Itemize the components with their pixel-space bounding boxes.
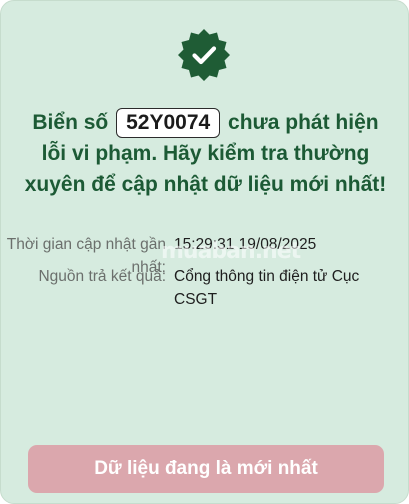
result-card: Biển số 52Y0074 chưa phát hiện lỗi vi ph… [0,0,409,504]
updated-time-label: Thời gian cập nhật gần nhất: [6,236,166,276]
data-up-to-date-button[interactable]: Dữ liệu đang là mới nhất [28,445,384,493]
source-row: Nguồn trả kết quả: Cổng thông tin điện t… [1,265,409,311]
plate-number-badge: 52Y0074 [116,108,221,138]
status-message: Biển số 52Y0074 chưa phát hiện lỗi vi ph… [21,107,390,200]
watermark: muaban.net [161,239,301,264]
source-label: Nguồn trả kết quả: [38,268,166,285]
verified-check-icon [178,29,230,81]
message-prefix: Biển số [32,111,109,134]
source-value: Cổng thông tin điện tử Cục CSGT [174,268,360,308]
